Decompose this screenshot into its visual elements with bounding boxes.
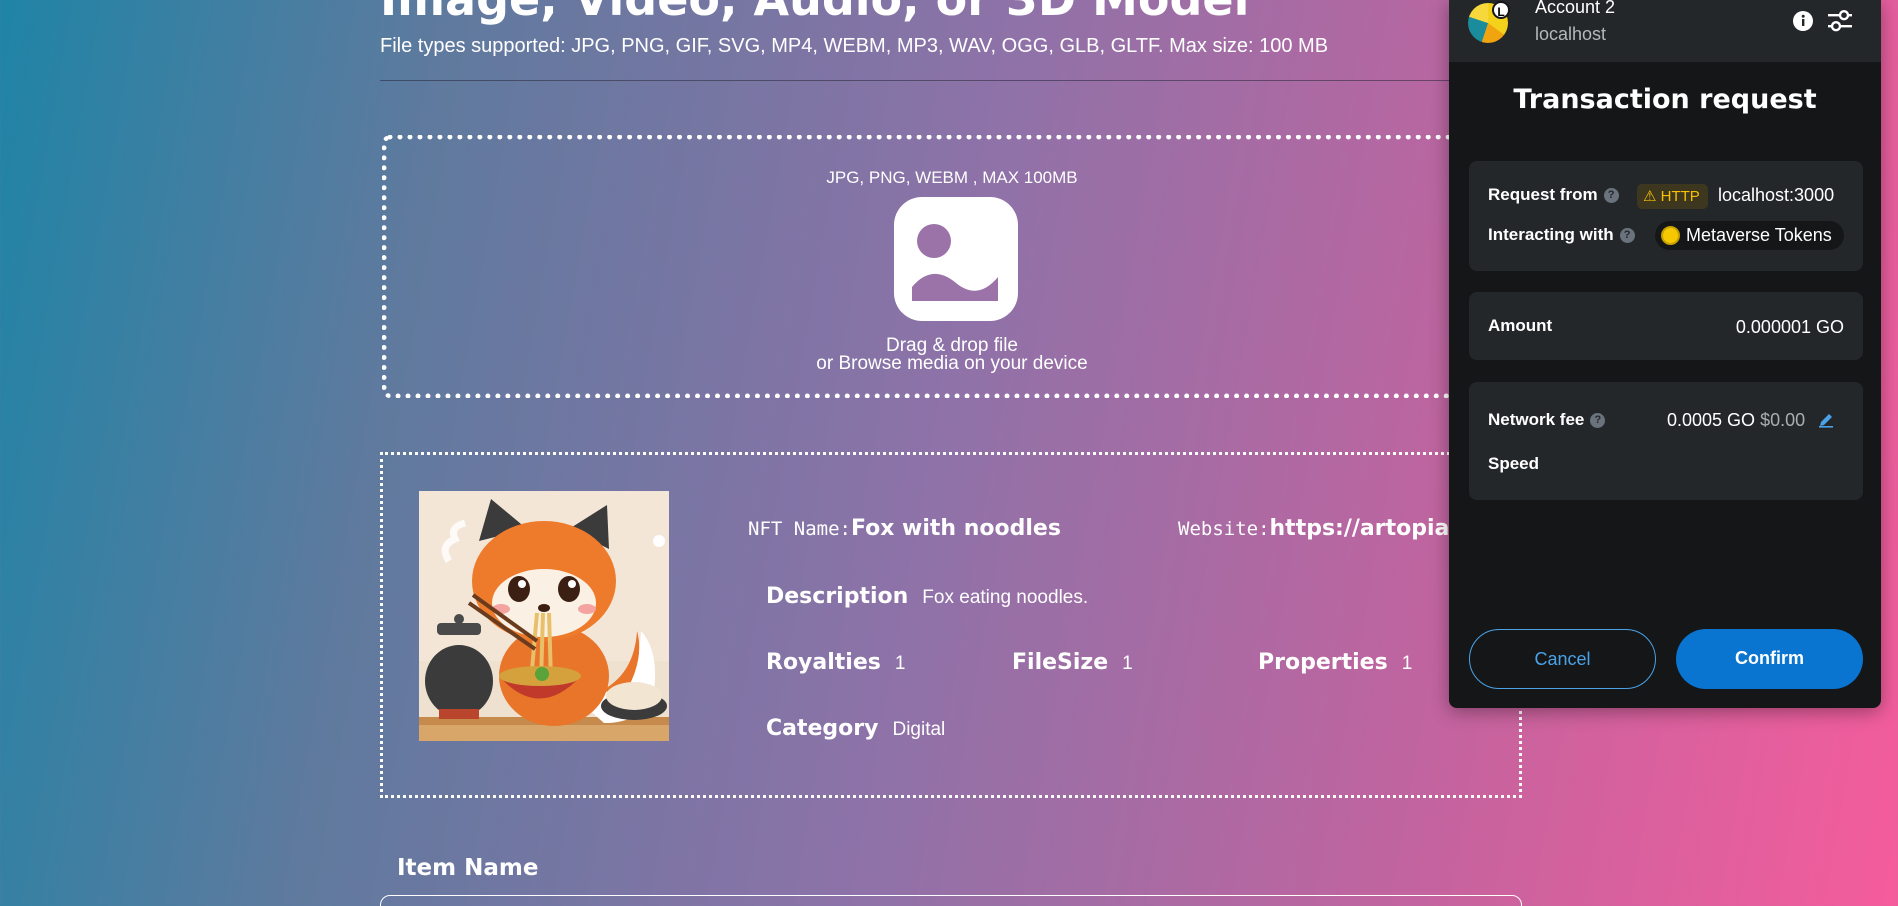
fee-usd: $0.00	[1760, 410, 1806, 430]
transaction-title: Transaction request	[1513, 84, 1817, 115]
interacting-label: Interacting with?	[1488, 225, 1635, 245]
amount-card: Amount 0.000001 GO	[1469, 292, 1863, 360]
fee-card: Network fee? 0.0005 GO $0.00 Speed	[1469, 382, 1863, 500]
browse-media-link[interactable]: or Browse media on your device	[387, 353, 1517, 375]
item-name-input[interactable]	[380, 895, 1522, 906]
filesize-value: 1	[1122, 653, 1133, 674]
account-badge: L	[1492, 1, 1510, 19]
description-label: Description	[766, 584, 909, 609]
account-host: localhost	[1535, 24, 1607, 44]
properties-row: Properties 1	[1258, 650, 1412, 675]
image-icon	[894, 197, 1018, 321]
amount-label: Amount	[1488, 316, 1553, 335]
category-value: Digital	[892, 719, 946, 740]
help-icon[interactable]: ?	[1603, 188, 1619, 204]
nft-preview-card: NFT Name:Fox with noodles Website:https:…	[380, 452, 1522, 798]
amount-value: 0.000001 GO	[1735, 317, 1844, 337]
item-name-label: Item Name	[397, 855, 539, 881]
wallet-popup: L Account 2 localhost Transaction reques…	[1449, 0, 1881, 708]
dropzone-formats: JPG, PNG, WEBM , MAX 100MB	[826, 168, 1078, 187]
help-icon[interactable]: ?	[1619, 228, 1635, 244]
properties-label: Properties	[1258, 650, 1388, 675]
description-value: Fox eating noodles.	[922, 587, 1089, 608]
website-field: Website:https://artopia.c	[1178, 516, 1471, 541]
contract-pill[interactable]: Metaverse Tokens	[1655, 221, 1844, 250]
request-from-label: Request from?	[1488, 185, 1619, 205]
divider	[380, 80, 1520, 81]
settings-sliders-icon[interactable]	[1828, 9, 1852, 32]
website-value: https://artopia.c	[1269, 516, 1471, 541]
request-card: Request from? ⚠ HTTP localhost:3000 Inte…	[1469, 161, 1863, 271]
network-fee-value: 0.0005 GO $0.00	[1667, 410, 1806, 430]
website-label: Website:	[1178, 518, 1270, 540]
filesize-label: FileSize	[1012, 650, 1109, 675]
description-row: Description Fox eating noodles.	[766, 584, 1088, 609]
royalties-label: Royalties	[766, 650, 881, 675]
nft-thumbnail	[419, 491, 669, 741]
media-dropzone[interactable]: JPG, PNG, WEBM , MAX 100MB Drag & drop f…	[382, 135, 1522, 398]
confirm-button[interactable]: Confirm	[1676, 629, 1863, 689]
help-icon[interactable]: ?	[1590, 413, 1606, 429]
nft-name-label: NFT Name:	[748, 518, 851, 540]
token-icon	[1661, 226, 1680, 245]
speed-label: Speed	[1488, 454, 1540, 473]
file-types-text: File types supported: JPG, PNG, GIF, SVG…	[380, 35, 1329, 57]
page-heading: Image, Video, Audio, or 3D Model	[380, 0, 1249, 26]
nft-name-value: Fox with noodles	[850, 516, 1061, 541]
account-name[interactable]: Account 2	[1535, 0, 1615, 18]
network-fee-label: Network fee?	[1488, 410, 1606, 430]
category-row: Category Digital	[766, 716, 945, 741]
category-label: Category	[766, 716, 879, 741]
warning-icon: ⚠	[1643, 188, 1657, 205]
nft-name-field: NFT Name:Fox with noodles	[748, 516, 1061, 541]
cancel-button[interactable]: Cancel	[1469, 629, 1656, 689]
wallet-header: L Account 2 localhost	[1449, 0, 1881, 62]
properties-value: 1	[1401, 653, 1413, 674]
edit-pencil-icon[interactable]	[1818, 412, 1834, 428]
request-from-value: localhost:3000	[1718, 185, 1835, 205]
http-warning-badge: ⚠ HTTP	[1637, 184, 1708, 209]
royalties-row: Royalties 1	[766, 650, 905, 675]
info-icon[interactable]	[1793, 11, 1813, 31]
filesize-row: FileSize 1	[1012, 650, 1133, 675]
royalties-value: 1	[894, 653, 906, 674]
